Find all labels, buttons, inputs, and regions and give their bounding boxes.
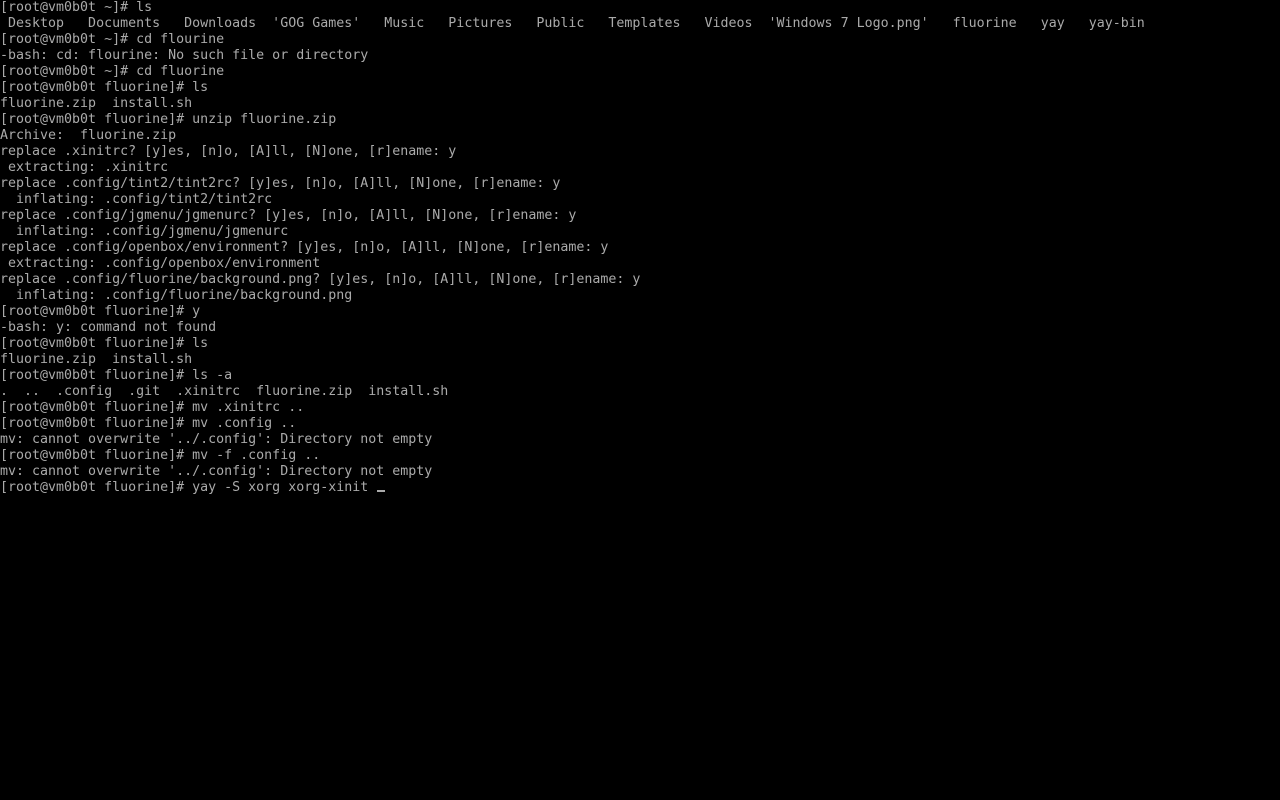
terminal-line: replace .config/tint2/tint2rc? [y]es, [n…: [0, 176, 561, 191]
text-cursor-icon: [377, 490, 386, 492]
terminal-line: replace .xinitrc? [y]es, [n]o, [A]ll, [N…: [0, 144, 457, 159]
terminal-line: [root@vm0b0t fluorine]# ls: [0, 80, 209, 95]
terminal-line: replace .config/jgmenu/jgmenurc? [y]es, …: [0, 208, 577, 223]
terminal-line: replace .config/openbox/environment? [y]…: [0, 240, 609, 255]
terminal-line: [root@vm0b0t fluorine]# ls: [0, 336, 209, 351]
terminal-line: [root@vm0b0t ~]# cd flourine: [0, 32, 225, 47]
command-input[interactable]: [root@vm0b0t fluorine]# yay -S xorg xorg…: [0, 480, 376, 495]
terminal-line: fluorine.zip install.sh: [0, 352, 193, 367]
terminal-line: Archive: fluorine.zip: [0, 128, 177, 143]
terminal-line: . .. .config .git .xinitrc fluorine.zip …: [0, 384, 449, 399]
terminal-line: [root@vm0b0t ~]# ls: [0, 0, 153, 15]
terminal-line: extracting: .xinitrc: [0, 160, 169, 175]
terminal-line: replace .config/fluorine/background.png?…: [0, 272, 641, 287]
terminal-line: [root@vm0b0t fluorine]# ls -a: [0, 368, 233, 383]
terminal-line: [root@vm0b0t ~]# cd fluorine: [0, 64, 225, 79]
terminal-line: [root@vm0b0t fluorine]# mv -f .config ..: [0, 448, 321, 463]
terminal-line: extracting: .config/openbox/environment: [0, 256, 321, 271]
terminal-line: [root@vm0b0t fluorine]# mv .config ..: [0, 416, 297, 431]
terminal-output: [root@vm0b0t ~]# ls Desktop Documents Do…: [0, 0, 1145, 496]
terminal-line: [root@vm0b0t fluorine]# y: [0, 304, 201, 319]
terminal-line: [root@vm0b0t fluorine]# mv .xinitrc ..: [0, 400, 305, 415]
terminal-line: Desktop Documents Downloads 'GOG Games' …: [0, 16, 1145, 31]
terminal-prompt-line[interactable]: [root@vm0b0t fluorine]# yay -S xorg xorg…: [0, 480, 1145, 496]
terminal-line: inflating: .config/jgmenu/jgmenurc: [0, 224, 289, 239]
terminal-line: [root@vm0b0t fluorine]# unzip fluorine.z…: [0, 112, 337, 127]
terminal-line: -bash: cd: flourine: No such file or dir…: [0, 48, 369, 63]
terminal-line: inflating: .config/tint2/tint2rc: [0, 192, 273, 207]
terminal-window[interactable]: [root@vm0b0t ~]# ls Desktop Documents Do…: [0, 0, 1280, 800]
terminal-line: fluorine.zip install.sh: [0, 96, 193, 111]
terminal-line: inflating: .config/fluorine/background.p…: [0, 288, 353, 303]
terminal-line: mv: cannot overwrite '../.config': Direc…: [0, 464, 433, 479]
terminal-line: mv: cannot overwrite '../.config': Direc…: [0, 432, 433, 447]
terminal-line: -bash: y: command not found: [0, 320, 217, 335]
